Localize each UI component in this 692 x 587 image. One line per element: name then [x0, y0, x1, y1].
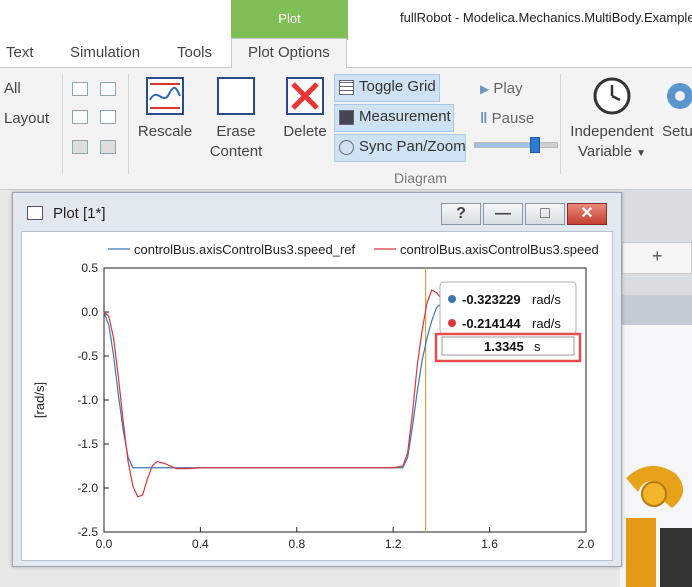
plot-window-icon	[27, 206, 43, 220]
layout-icon-5[interactable]	[72, 140, 88, 154]
independent-label-2: Variable ▼	[578, 143, 646, 160]
plot-context-tab: Plot	[231, 0, 348, 40]
pause-label: Pause	[491, 110, 535, 127]
layout-icon-2[interactable]	[100, 82, 116, 96]
legend-label-ref: controlBus.axisControlBus3.speed_ref	[134, 242, 356, 257]
ribbon: All Layout Rescale Erase Content Delete	[0, 68, 692, 190]
minimize-button[interactable]: —	[483, 203, 523, 225]
background-strip	[622, 295, 692, 325]
clock-icon	[593, 77, 631, 115]
x-tick-label: 2.0	[578, 537, 595, 551]
chevron-down-icon: ▼	[636, 148, 646, 159]
series-lines	[103, 268, 457, 532]
layout-icon-6[interactable]	[100, 140, 116, 154]
tooltip-time-unit: s	[534, 339, 541, 354]
x-tick-label: 0.0	[96, 537, 113, 551]
grid-icon	[339, 80, 354, 95]
play-button[interactable]: ▶ Play	[480, 80, 523, 97]
layout-icon-1[interactable]	[72, 82, 88, 96]
plot-window-title: Plot [1*]	[53, 205, 106, 222]
help-button[interactable]: ?	[441, 203, 481, 225]
y-tick-label: -1.0	[77, 393, 98, 407]
ribbon-all[interactable]: All	[4, 80, 21, 97]
toggle-grid-button[interactable]: Toggle Grid	[334, 74, 440, 102]
layout-icon-4[interactable]	[100, 110, 116, 124]
y-axis-label: [rad/s]	[32, 382, 47, 418]
measurement-label: Measurement	[359, 108, 451, 125]
magnifier-icon	[339, 140, 354, 155]
tooltip-time-value: 1.3345	[484, 339, 524, 354]
y-tick-label: -2.5	[77, 525, 98, 539]
play-label: Play	[493, 80, 523, 97]
cursor-tooltip: -0.323229 rad/s -0.214144 rad/s 1.3345 s	[434, 281, 582, 363]
legend-label-speed: controlBus.axisControlBus3.speed	[400, 242, 599, 257]
layout-icon-3[interactable]	[72, 110, 88, 124]
diagram-group-label: Diagram	[394, 170, 447, 186]
window-title: fullRobot - Modelica.Mechanics.MultiBody…	[400, 10, 692, 25]
play-icon: ▶	[480, 82, 490, 96]
tooltip-ref-value: -0.323229	[462, 292, 521, 307]
series-line-speed	[103, 289, 457, 498]
x-tick-label: 0.4	[192, 537, 209, 551]
line-chart[interactable]: controlBus.axisControlBus3.speed_ref con…	[22, 232, 614, 562]
maximize-button[interactable]: □	[525, 203, 565, 225]
plot-window[interactable]: Plot [1*] ? — □ ✕ controlBus.axisControl…	[12, 192, 622, 567]
tab-simulation[interactable]: Simulation	[70, 44, 140, 68]
erase-label-1: Erase	[216, 123, 256, 140]
tooltip-ref-unit: rad/s	[532, 292, 561, 307]
x-tick-label: 0.8	[288, 537, 305, 551]
delete-icon	[286, 77, 324, 115]
y-tick-label: 0.5	[81, 261, 98, 275]
add-tab-icon[interactable]: +	[652, 246, 663, 267]
measurement-icon	[339, 110, 354, 125]
setup-button[interactable]: Setu	[662, 76, 692, 142]
series-line-speed-ref	[103, 302, 452, 469]
erase-content-button[interactable]: Erase Content	[206, 76, 266, 162]
separator	[560, 74, 561, 174]
delete-button[interactable]: Delete	[280, 76, 330, 142]
delete-label: Delete	[283, 123, 327, 140]
ribbon-layout[interactable]: Layout	[4, 110, 49, 127]
gear-icon	[667, 83, 692, 109]
tab-plot-options[interactable]: Plot Options	[231, 38, 347, 69]
rescale-icon	[146, 77, 184, 115]
pause-button[interactable]: ‖ Pause	[480, 110, 534, 127]
close-button[interactable]: ✕	[567, 203, 607, 225]
sync-pan-zoom-button[interactable]: Sync Pan/Zoom	[334, 134, 466, 162]
erase-label-2: Content	[209, 143, 263, 160]
plot-area[interactable]: controlBus.axisControlBus3.speed_ref con…	[21, 231, 613, 561]
setup-label: Setu	[662, 123, 692, 140]
tooltip-dot-speed	[448, 319, 456, 327]
sync-label: Sync Pan/Zoom	[359, 138, 466, 155]
erase-icon	[217, 77, 255, 115]
y-tick-label: -0.5	[77, 349, 98, 363]
separator	[62, 74, 63, 174]
tab-tools[interactable]: Tools	[177, 44, 212, 68]
slider-fill	[475, 143, 536, 147]
slider-thumb[interactable]	[530, 137, 541, 153]
y-tick-label: -1.5	[77, 437, 98, 451]
independent-variable-button[interactable]: Independent Variable ▼	[566, 76, 658, 164]
tooltip-speed-unit: rad/s	[532, 316, 561, 331]
independent-label-1: Independent	[570, 123, 654, 140]
toggle-grid-label: Toggle Grid	[359, 78, 436, 95]
x-tick-label: 1.2	[385, 537, 402, 551]
measurement-button[interactable]: Measurement	[334, 104, 454, 132]
tab-text[interactable]: Text	[6, 44, 34, 68]
x-tick-label: 1.6	[481, 537, 498, 551]
tooltip-dot-ref	[448, 295, 456, 303]
tooltip-speed-value: -0.214144	[462, 316, 521, 331]
rescale-button[interactable]: Rescale	[136, 76, 194, 142]
rescale-label: Rescale	[137, 123, 193, 140]
y-tick-label: -2.0	[77, 481, 98, 495]
pause-icon: ‖	[480, 110, 488, 127]
robot-arm-image	[620, 458, 692, 587]
animation-speed-slider[interactable]	[474, 137, 558, 153]
separator	[128, 74, 129, 174]
y-tick-label: 0.0	[81, 305, 98, 319]
chart-legend: controlBus.axisControlBus3.speed_ref con…	[108, 242, 599, 257]
